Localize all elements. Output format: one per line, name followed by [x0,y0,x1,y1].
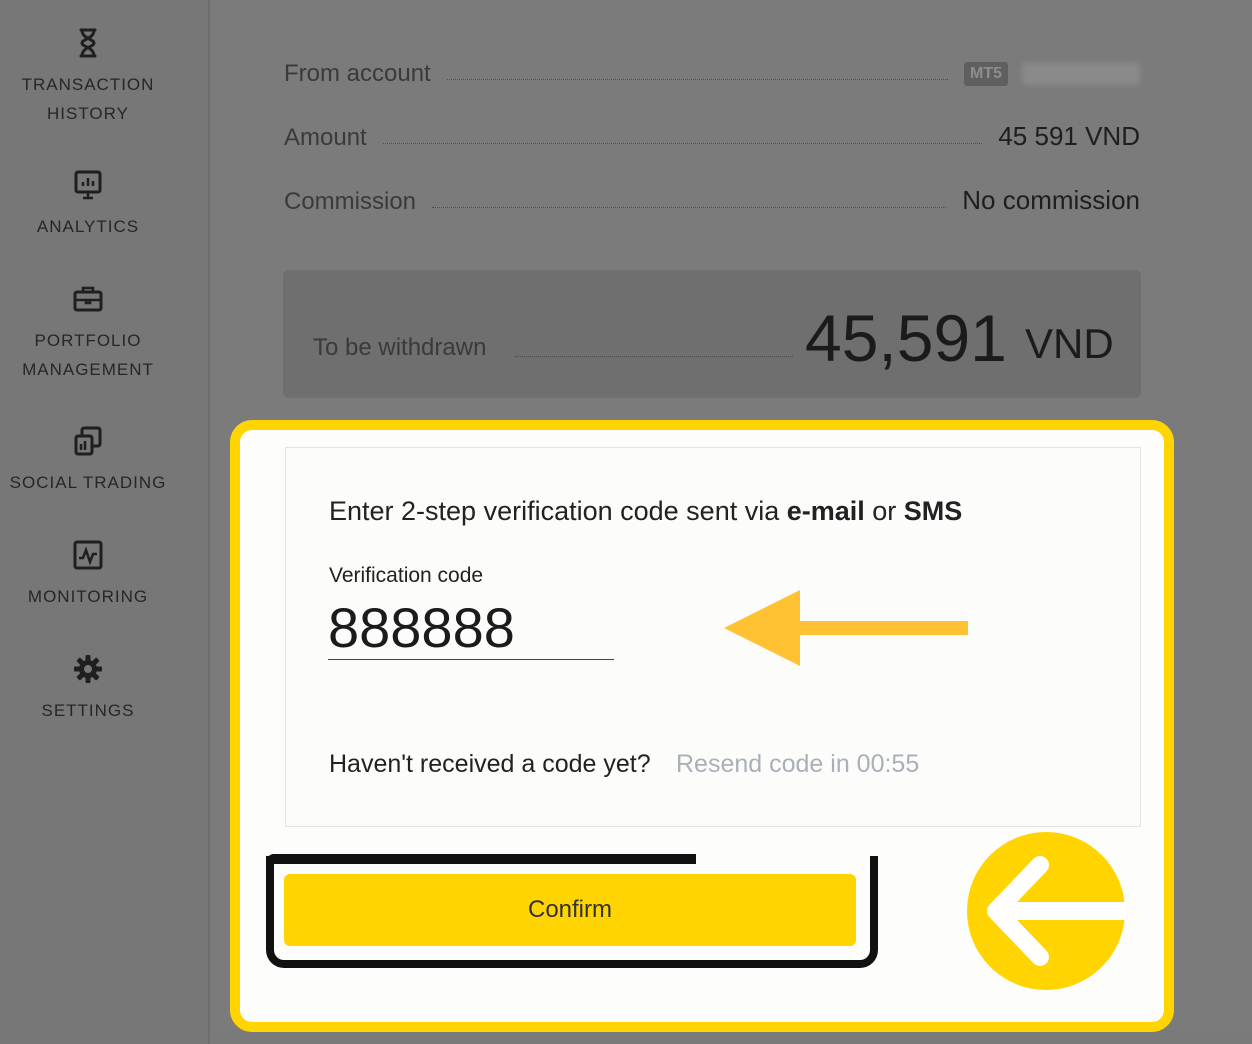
commission-value: No commission [962,185,1140,215]
sidebar-item-label: ANALYTICS [36,217,140,236]
sidebar-item-label: PORTFOLIO MANAGEMENT [22,331,154,379]
sidebar-item-label: MONITORING [27,587,149,606]
instruction-sms: SMS [903,496,963,526]
commission-row: Commission No commission [284,176,1140,216]
account-type-badge: MT5 [964,62,1008,87]
briefcase-icon [73,286,103,312]
verification-code-label: Verification code [329,564,484,587]
gear-icon [74,655,102,683]
monitoring-icon [73,540,103,570]
commission-label: Commission [284,188,417,215]
verification-instruction: Enter 2-step verification code sent via … [329,496,962,527]
withdrawn-label: To be withdrawn [313,334,487,361]
withdrawn-currency: VND [1025,320,1114,367]
instruction-or: or [864,496,904,526]
back-arrow-icon [967,832,1126,990]
sidebar-item-label: SOCIAL TRADING [9,473,167,492]
copy-icon [74,426,102,456]
sidebar-item-social-trading[interactable]: SOCIAL TRADING [0,424,176,497]
analytics-icon [74,170,102,200]
amount-value: 45 591 VND [998,121,1140,151]
amount-label: Amount [284,124,367,151]
from-account-row: From account MT5 [284,48,1140,88]
leader-dots [382,143,983,144]
resend-code-link[interactable]: Resend code in 00:55 [676,750,919,779]
hourglass-icon [79,28,97,58]
sidebar: TRANSACTION HISTORY ANALYTICS PORTFOLIO … [0,0,210,1044]
confirm-button[interactable]: Confirm [284,874,856,946]
sidebar-item-transaction-history[interactable]: TRANSACTION HISTORY [0,26,176,128]
resend-question: Haven't received a code yet? [329,750,651,778]
from-account-value: MT5 [964,57,1140,88]
verification-code-input[interactable] [328,596,614,660]
sidebar-item-settings[interactable]: SETTINGS [0,652,176,725]
withdrawn-amount: 45,591 [805,301,1007,375]
sidebar-item-label: SETTINGS [41,701,135,720]
leader-dots [432,207,947,208]
sidebar-item-label: TRANSACTION HISTORY [21,75,155,123]
withdraw-summary: To be withdrawn 45,591 VND [283,270,1141,398]
sidebar-item-analytics[interactable]: ANALYTICS [0,168,176,241]
amount-row: Amount 45 591 VND [284,112,1140,152]
pointer-arrow-icon [724,590,968,666]
from-account-label: From account [284,60,431,87]
leader-dots [446,79,948,80]
instruction-email: e-mail [786,496,865,526]
instruction-text: Enter 2-step verification code sent via [329,496,787,526]
account-number-redacted [1022,63,1140,86]
sidebar-item-monitoring[interactable]: MONITORING [0,538,176,611]
sidebar-item-portfolio-management[interactable]: PORTFOLIO MANAGEMENT [0,282,176,384]
leader-dots [515,356,793,357]
